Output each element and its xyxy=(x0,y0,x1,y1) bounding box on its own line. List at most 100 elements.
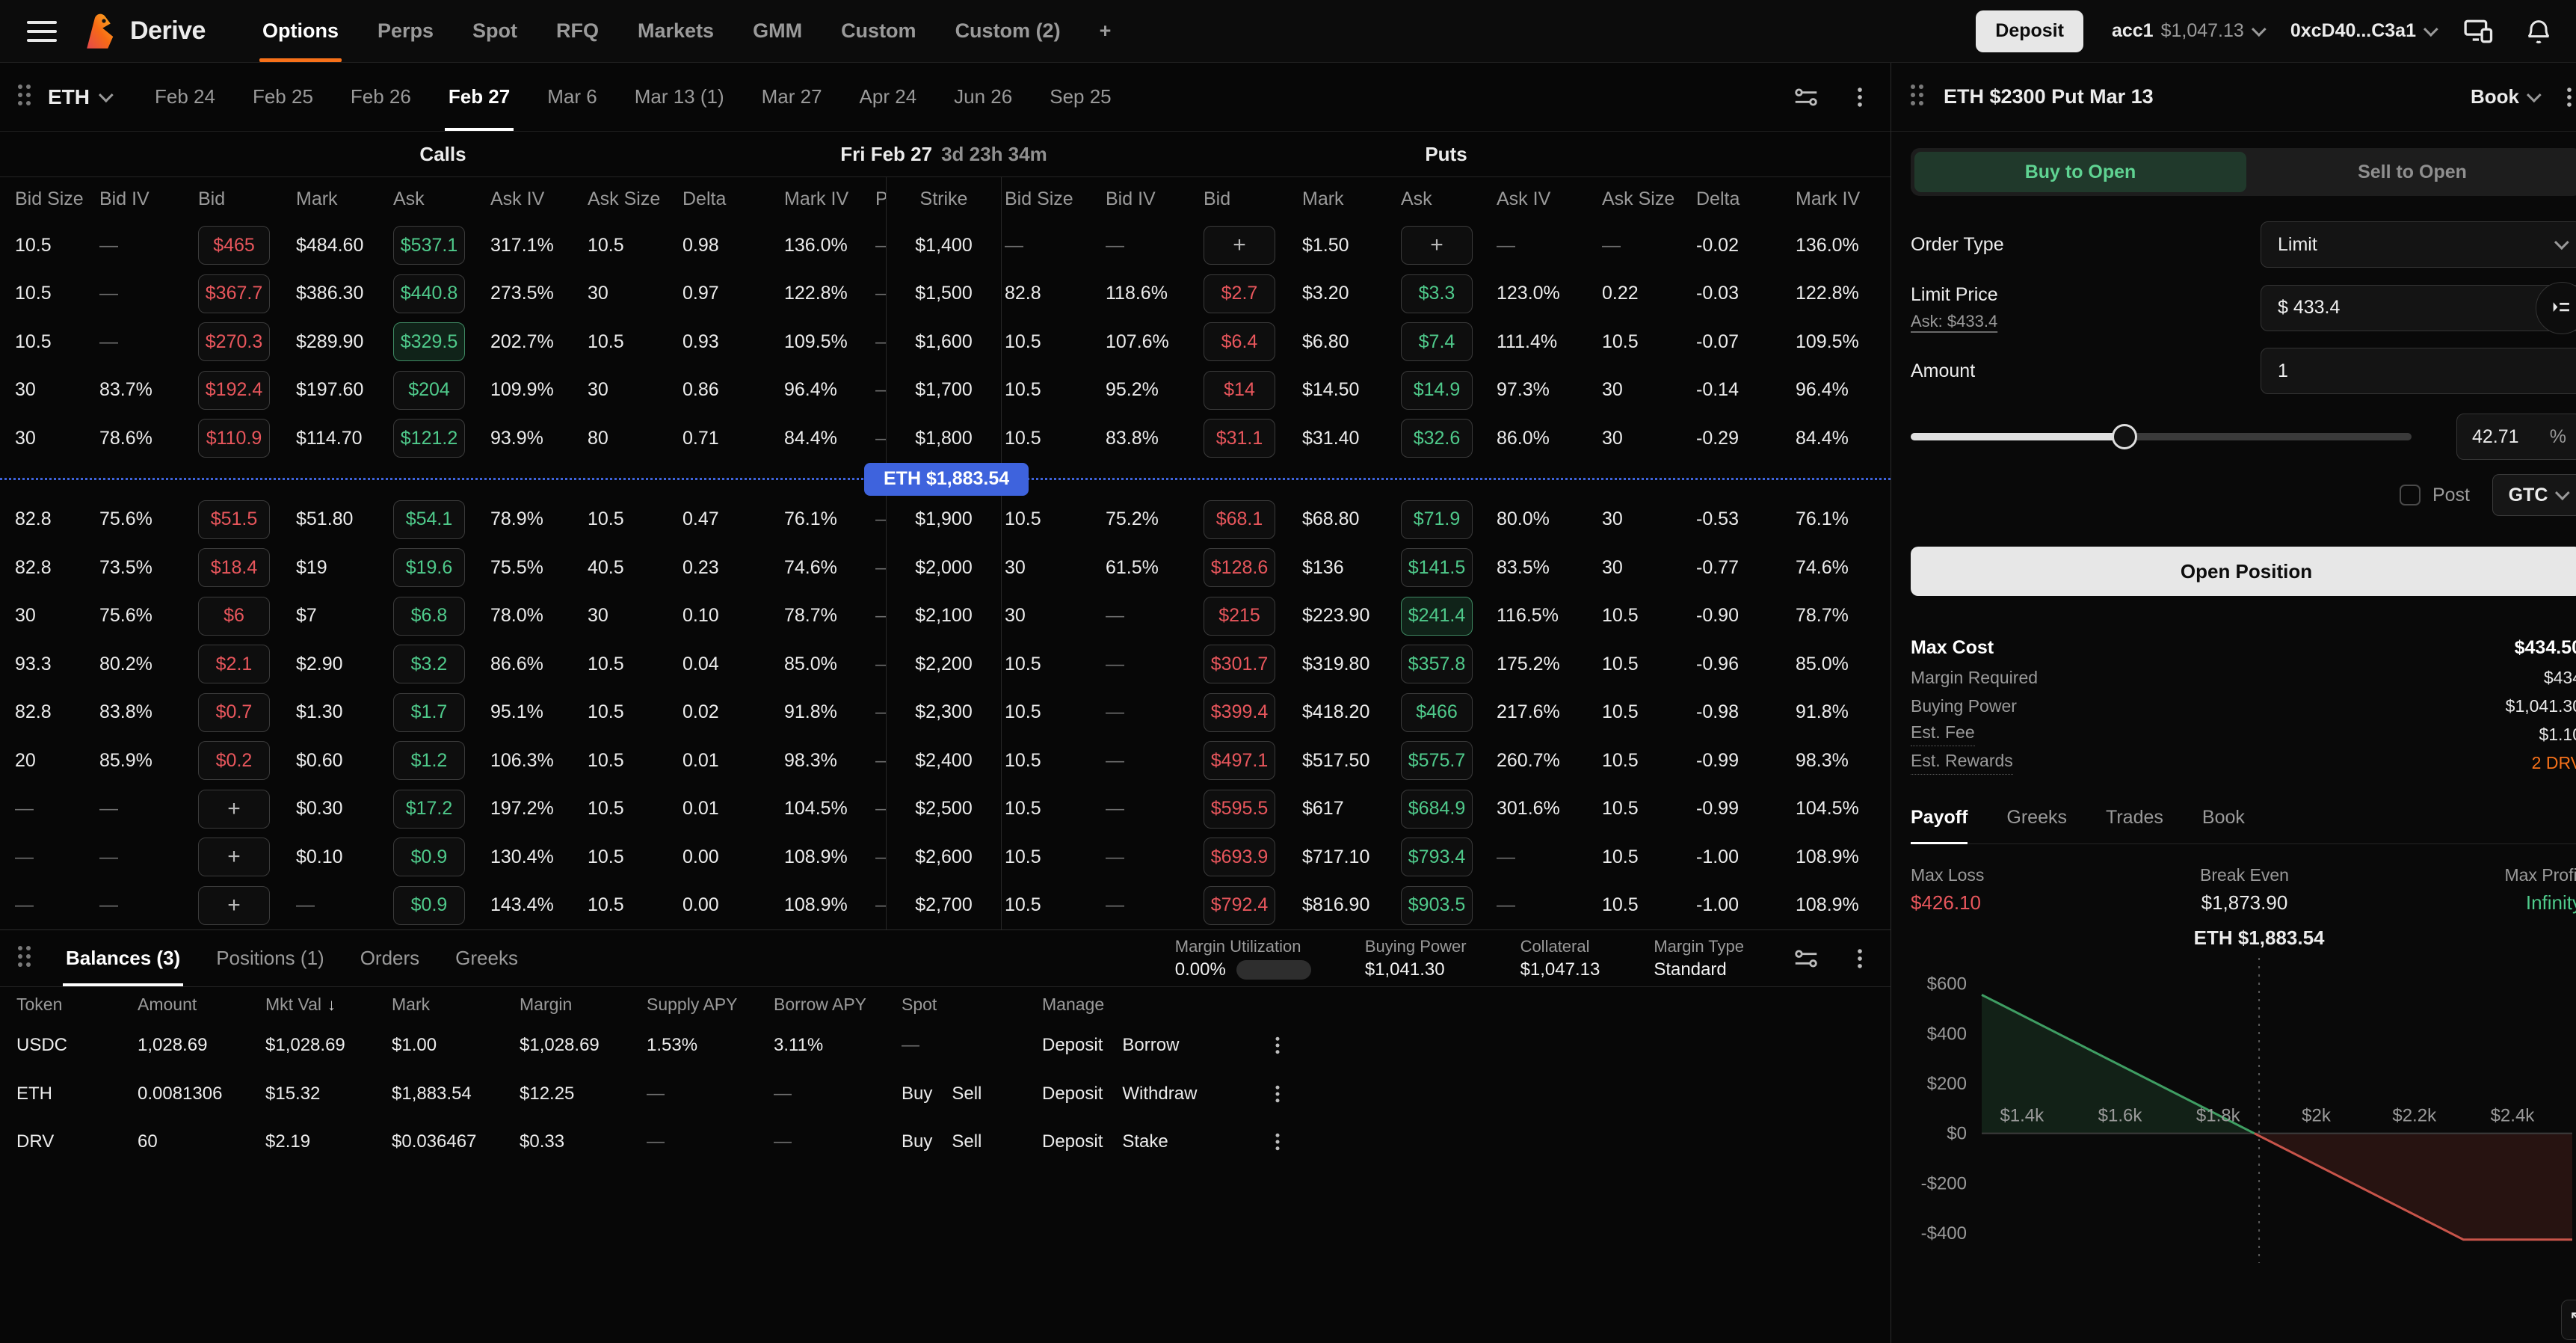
call-bid-button[interactable]: + xyxy=(198,886,270,925)
nav-item-markets[interactable]: Markets xyxy=(618,0,733,62)
drag-handle-icon[interactable] xyxy=(18,946,31,971)
detail-tab-trades[interactable]: Trades xyxy=(2106,807,2163,843)
sell-link[interactable]: Sell xyxy=(952,1084,982,1104)
stake-link[interactable]: Stake xyxy=(1122,1131,1168,1152)
nav-item-spot[interactable]: Spot xyxy=(453,0,537,62)
option-row[interactable]: 3075.6%$6$7$6.878.0%300.1078.7%—$2,10030… xyxy=(0,592,1891,641)
call-ask-button[interactable]: $1.7 xyxy=(393,693,465,732)
settings-sliders-icon[interactable] xyxy=(1792,944,1820,973)
limit-price-input[interactable] xyxy=(2261,285,2576,331)
put-bid-button[interactable]: $2.7 xyxy=(1204,274,1275,313)
portfolio-tab-positions-1[interactable]: Positions (1) xyxy=(198,930,342,986)
put-ask-button[interactable]: $3.3 xyxy=(1401,274,1473,313)
call-ask-button[interactable]: $0.9 xyxy=(393,838,465,876)
put-bid-button[interactable]: $31.1 xyxy=(1204,419,1275,458)
option-row[interactable]: ——+$0.10$0.9130.4%10.50.00108.9%—$2,6001… xyxy=(0,833,1891,882)
put-ask-button[interactable]: + xyxy=(1401,226,1473,265)
amount-slider[interactable] xyxy=(1911,433,2412,440)
time-in-force-select[interactable]: GTC xyxy=(2492,474,2576,516)
withdraw-link[interactable]: Withdraw xyxy=(1122,1084,1197,1104)
slider-percent-box[interactable]: 42.71 % xyxy=(2456,414,2576,460)
drag-handle-icon[interactable] xyxy=(1911,84,1924,110)
option-row[interactable]: 93.380.2%$2.1$2.90$3.286.6%10.50.0485.0%… xyxy=(0,640,1891,689)
order-stat-label[interactable]: Est. Rewards xyxy=(1911,751,2013,775)
drag-handle-icon[interactable] xyxy=(18,84,31,110)
kebab-menu-icon[interactable] xyxy=(1847,946,1873,971)
kebab-menu-icon[interactable] xyxy=(1847,84,1873,110)
call-ask-button[interactable]: $1.2 xyxy=(393,741,465,780)
put-bid-button[interactable]: $68.1 xyxy=(1204,500,1275,539)
call-bid-button[interactable]: + xyxy=(198,838,270,876)
deposit-link[interactable]: Deposit xyxy=(1042,1131,1103,1152)
put-ask-button[interactable]: $793.4 xyxy=(1401,838,1473,876)
order-type-select[interactable]: Limit xyxy=(2261,221,2576,268)
expiry-tab-feb-24[interactable]: Feb 24 xyxy=(136,63,234,131)
put-bid-button[interactable]: $693.9 xyxy=(1204,838,1275,876)
expiry-tab-feb-26[interactable]: Feb 26 xyxy=(332,63,430,131)
call-bid-button[interactable]: $110.9 xyxy=(198,419,270,458)
put-bid-button[interactable]: + xyxy=(1204,226,1275,265)
call-ask-button[interactable]: $329.5 xyxy=(393,322,465,361)
call-bid-button[interactable]: $51.5 xyxy=(198,500,270,539)
call-bid-button[interactable]: $270.3 xyxy=(198,322,270,361)
notifications-bell-icon[interactable] xyxy=(2524,16,2554,46)
side-tab-sell-to-open[interactable]: Sell to Open xyxy=(2246,152,2576,192)
row-kebab-menu-icon[interactable] xyxy=(1266,1083,1311,1105)
option-row[interactable]: 82.873.5%$18.4$19$19.675.5%40.50.2374.6%… xyxy=(0,544,1891,592)
call-bid-button[interactable]: $0.7 xyxy=(198,693,270,732)
put-ask-button[interactable]: $241.4 xyxy=(1401,597,1473,636)
side-tab-buy-to-open[interactable]: Buy to Open xyxy=(1914,152,2246,192)
option-row[interactable]: 82.875.6%$51.5$51.80$54.178.9%10.50.4776… xyxy=(0,496,1891,544)
put-ask-button[interactable]: $71.9 xyxy=(1401,500,1473,539)
option-row[interactable]: 10.5—$465$484.60$537.1317.1%10.50.98136.… xyxy=(0,221,1891,270)
expand-chart-button[interactable] xyxy=(2561,1300,2576,1340)
call-bid-button[interactable]: $18.4 xyxy=(198,548,270,587)
balances-column-header[interactable]: Mkt Val↓ xyxy=(265,995,392,1015)
call-ask-button[interactable]: $0.9 xyxy=(393,886,465,925)
call-ask-button[interactable]: $6.8 xyxy=(393,597,465,636)
borrow-link[interactable]: Borrow xyxy=(1122,1035,1179,1056)
put-bid-button[interactable]: $301.7 xyxy=(1204,645,1275,683)
expiry-tab-jun-26[interactable]: Jun 26 xyxy=(935,63,1031,131)
nav-item-rfq[interactable]: RFQ xyxy=(537,0,618,62)
open-position-button[interactable]: Open Position xyxy=(1911,547,2576,596)
put-ask-button[interactable]: $466 xyxy=(1401,693,1473,732)
call-bid-button[interactable]: $192.4 xyxy=(198,371,270,410)
call-bid-button[interactable]: $465 xyxy=(198,226,270,265)
expiry-tab-mar-6[interactable]: Mar 6 xyxy=(529,63,615,131)
devices-icon[interactable] xyxy=(2462,15,2495,48)
call-bid-button[interactable]: $367.7 xyxy=(198,274,270,313)
option-row[interactable]: ——+—$0.9143.4%10.50.00108.9%—$2,70010.5—… xyxy=(0,882,1891,930)
call-ask-button[interactable]: $19.6 xyxy=(393,548,465,587)
call-ask-button[interactable]: $204 xyxy=(393,371,465,410)
put-bid-button[interactable]: $399.4 xyxy=(1204,693,1275,732)
nav-item-options[interactable]: Options xyxy=(243,0,358,62)
option-row[interactable]: 3078.6%$110.9$114.70$121.293.9%800.7184.… xyxy=(0,414,1891,463)
put-ask-button[interactable]: $575.7 xyxy=(1401,741,1473,780)
buy-link[interactable]: Buy xyxy=(902,1131,932,1152)
wallet-selector[interactable]: 0xcD40...C3a1 xyxy=(2290,20,2434,42)
amount-input[interactable] xyxy=(2261,348,2576,394)
put-ask-button[interactable]: $14.9 xyxy=(1401,371,1473,410)
put-bid-button[interactable]: $595.5 xyxy=(1204,790,1275,829)
order-stat-label[interactable]: Est. Fee xyxy=(1911,722,1975,746)
nav-item-[interactable]: + xyxy=(1080,0,1131,62)
expiry-tab-feb-27[interactable]: Feb 27 xyxy=(430,63,529,131)
put-ask-button[interactable]: $7.4 xyxy=(1401,322,1473,361)
brand-logo[interactable]: Derive xyxy=(78,10,206,52)
portfolio-tab-balances-3[interactable]: Balances (3) xyxy=(48,930,198,986)
nav-item-custom-2[interactable]: Custom (2) xyxy=(936,0,1080,62)
nav-item-perps[interactable]: Perps xyxy=(358,0,453,62)
detail-tab-greeks[interactable]: Greeks xyxy=(2006,807,2067,843)
settings-sliders-icon[interactable] xyxy=(1792,83,1820,111)
kebab-menu-icon[interactable] xyxy=(2557,84,2576,110)
hamburger-menu-icon[interactable] xyxy=(27,21,57,42)
row-kebab-menu-icon[interactable] xyxy=(1266,1131,1311,1153)
call-bid-button[interactable]: $6 xyxy=(198,597,270,636)
call-ask-button[interactable]: $54.1 xyxy=(393,500,465,539)
expiry-tab-apr-24[interactable]: Apr 24 xyxy=(841,63,936,131)
put-bid-button[interactable]: $6.4 xyxy=(1204,322,1275,361)
account-selector[interactable]: acc1 $1,047.13 xyxy=(2112,20,2262,42)
put-ask-button[interactable]: $357.8 xyxy=(1401,645,1473,683)
call-ask-button[interactable]: $3.2 xyxy=(393,645,465,683)
